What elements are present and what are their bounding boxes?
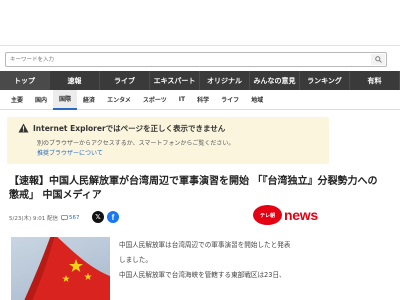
gnav-item-expert[interactable]: エキスパート — [150, 71, 200, 90]
share-buttons: 𝕏 f — [92, 211, 119, 223]
gnav-item-paid[interactable]: 有料 — [350, 71, 400, 90]
gnav-item-opinions[interactable]: みんなの意見 — [250, 71, 300, 90]
gnav-item-top[interactable]: トップ — [0, 71, 50, 90]
tab-science[interactable]: 科学 — [191, 90, 215, 110]
x-share-button[interactable]: 𝕏 — [92, 211, 104, 223]
facebook-share-button[interactable]: f — [107, 211, 119, 223]
comment-icon — [61, 215, 68, 221]
search-input[interactable] — [10, 54, 350, 65]
category-nav: 主要 国内 国際 経済 エンタメ スポーツ IT 科学 ライフ 地域 — [0, 89, 400, 110]
tab-life[interactable]: ライフ — [215, 90, 245, 110]
browser-warning: Internet Explorerではページを正しく表示できません 別のブラウザ… — [7, 117, 329, 164]
warning-message: 別のブラウザーからアクセスするか、スマートフォンからご覧ください。 — [37, 140, 235, 147]
search-icon — [374, 56, 382, 63]
page-header — [0, 0, 400, 46]
tab-main[interactable]: 主要 — [5, 90, 29, 110]
tab-international[interactable]: 国際 — [53, 89, 78, 110]
article-paragraph: 中国人民解放軍は台湾周辺での軍事演習を開始したと発表 — [119, 241, 291, 249]
gnav-item-live[interactable]: ライブ — [100, 71, 150, 90]
warning-icon — [18, 123, 29, 133]
tab-economy[interactable]: 経済 — [77, 90, 101, 110]
search-box[interactable] — [5, 52, 387, 67]
source-name: news — [284, 207, 318, 223]
search-button[interactable] — [371, 54, 385, 65]
x-icon: 𝕏 — [95, 213, 101, 221]
comment-count: 567 — [69, 215, 80, 221]
tab-domestic[interactable]: 国内 — [29, 90, 53, 110]
tab-sports[interactable]: スポーツ — [137, 90, 173, 110]
publish-date: 5/23(木) 9:01 配信 — [9, 216, 58, 222]
article-body: 中国人民解放軍は台湾周辺での軍事演習を開始したと発表 しました。 中国人民解放軍… — [119, 238, 331, 283]
article-photo[interactable] — [11, 237, 110, 300]
article-paragraph: しました。 — [119, 256, 152, 264]
tab-region[interactable]: 地域 — [245, 90, 269, 110]
article-meta: 5/23(木) 9:01 配信 567 — [9, 213, 80, 223]
global-nav: トップ 速報 ライブ エキスパート オリジナル みんなの意見 ランキング 有料 — [0, 71, 400, 90]
facebook-icon: f — [111, 212, 115, 222]
gnav-item-breaking[interactable]: 速報 — [50, 71, 100, 90]
article-paragraph: 中国人民解放軍で台湾海峡を管轄する東部戦区は23日、 — [119, 271, 286, 279]
article-headline: 【速報】中国人民解放軍が台湾周辺で軍事演習を開始 「『台湾独立』分裂勢力への懲戒… — [9, 176, 378, 201]
tab-it[interactable]: IT — [173, 90, 191, 110]
flag-image — [24, 237, 110, 300]
gnav-item-ranking[interactable]: ランキング — [300, 71, 350, 90]
gnav-item-original[interactable]: オリジナル — [200, 71, 250, 90]
source-logo[interactable]: テレ朝 news — [253, 205, 318, 225]
warning-title: Internet Explorerではページを正しく表示できません — [33, 124, 226, 133]
source-badge: テレ朝 — [253, 205, 282, 225]
tab-entertainment[interactable]: エンタメ — [101, 90, 137, 110]
comments-link[interactable]: 567 — [61, 215, 80, 221]
recommended-browsers-link[interactable]: 推奨ブラウザーについて — [37, 148, 103, 157]
